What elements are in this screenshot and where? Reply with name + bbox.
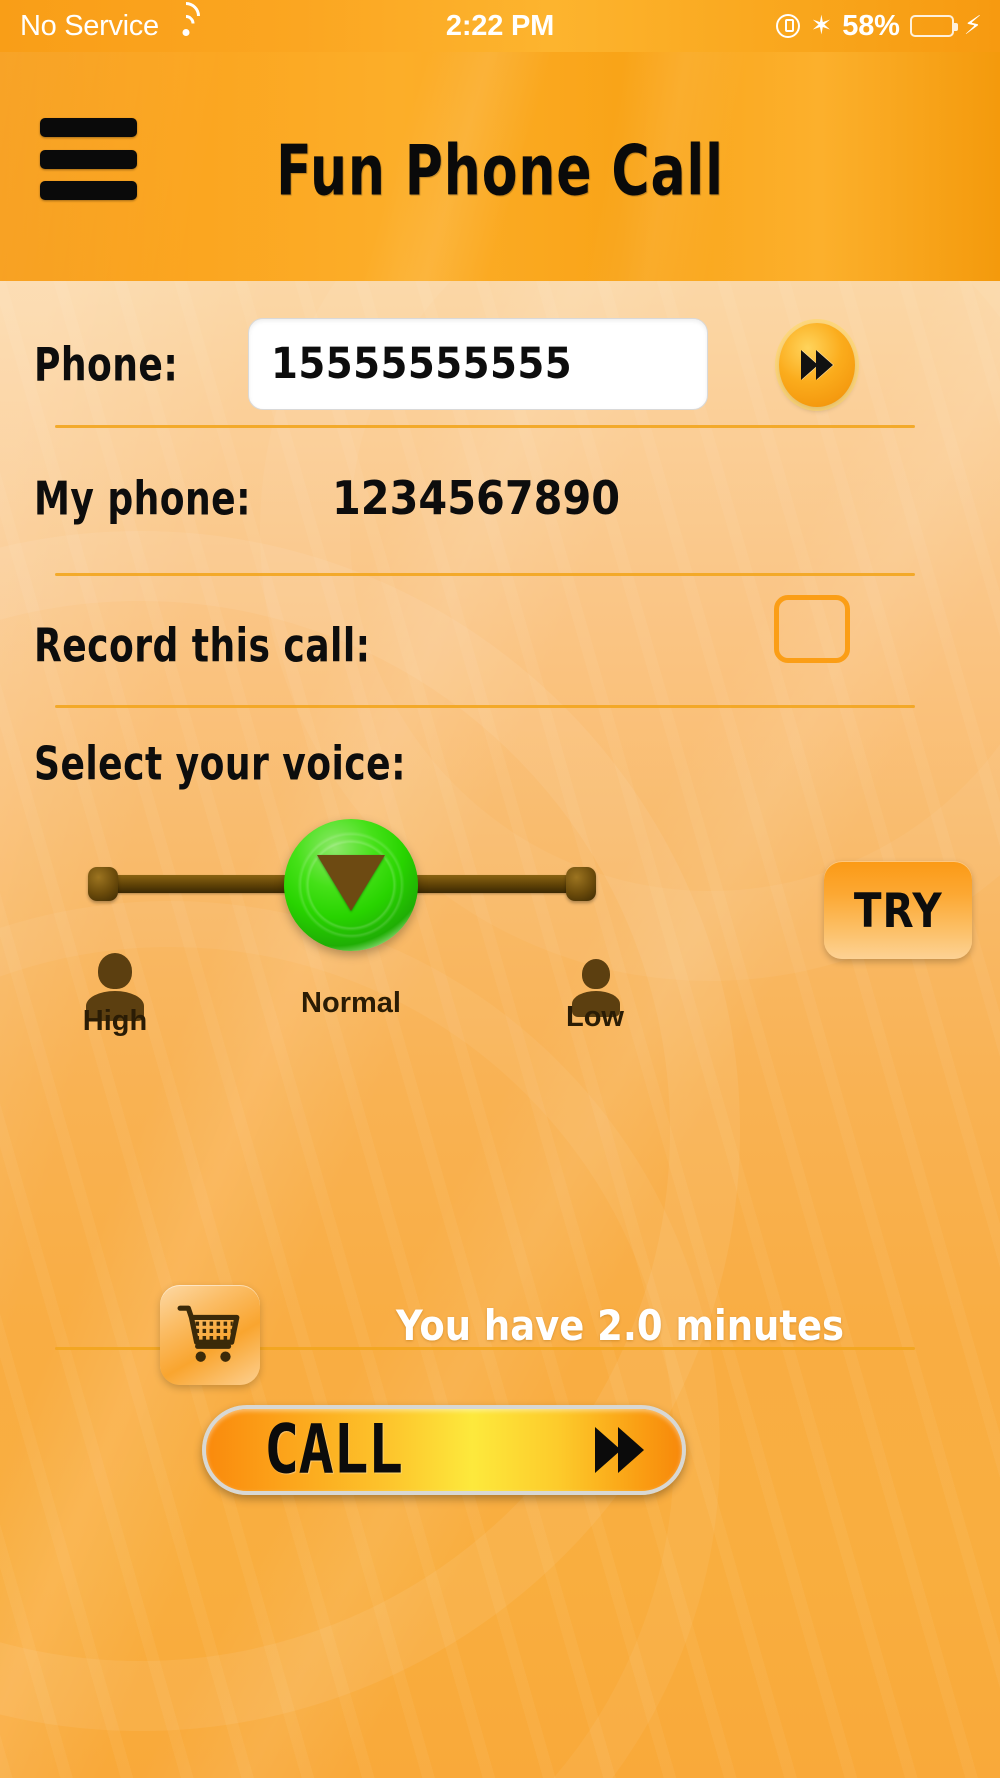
phone-row: Phone: 15555555555 <box>34 318 966 410</box>
my-phone-value: 1234567890 <box>332 471 621 525</box>
phone-input[interactable]: 15555555555 <box>248 318 708 410</box>
select-voice-label: Select your voice: <box>34 736 406 791</box>
divider <box>55 425 915 428</box>
record-call-checkbox[interactable] <box>774 595 850 663</box>
status-bar-left: No Service <box>0 0 776 43</box>
page-title: Fun Phone Call <box>276 129 724 212</box>
record-call-label: Record this call: <box>34 618 371 673</box>
slider-label-high: High <box>82 1005 148 1037</box>
background-swoosh <box>0 531 740 1731</box>
status-bar-right: ✶ 58% ⚡ <box>776 10 1000 43</box>
lightning-bolt-icon: ⚡ <box>963 11 982 41</box>
slider-label-normal: Normal <box>301 987 401 1019</box>
app-screen: No Service 2:22 PM ✶ 58% ⚡ Fun Phone Cal… <box>0 0 1000 1778</box>
divider <box>55 573 915 576</box>
slider-label-low: Low <box>566 1001 624 1033</box>
down-triangle-knob-icon <box>317 855 385 911</box>
slider-track-end-right <box>566 867 596 901</box>
minutes-balance-label: You have 2.0 minutes <box>395 1301 845 1350</box>
person-head <box>98 953 132 989</box>
divider <box>55 705 915 708</box>
cart-glyph <box>177 1305 240 1362</box>
wifi-icon <box>166 0 206 38</box>
slider-knob[interactable] <box>284 819 418 951</box>
rotation-lock-icon <box>776 14 801 38</box>
phone-input-value: 15555555555 <box>271 339 573 389</box>
status-bar: No Service 2:22 PM ✶ 58% ⚡ <box>0 0 1000 52</box>
my-phone-label: My phone: <box>34 471 251 525</box>
app-header: Fun Phone Call <box>0 52 1000 281</box>
try-button-label: TRY <box>853 882 943 938</box>
phone-label: Phone: <box>34 337 179 391</box>
double-triangle-play-icon <box>595 1427 644 1473</box>
main-content: Phone: 15555555555 My phone: 1234567890 … <box>0 281 1000 1778</box>
battery-icon <box>909 15 958 37</box>
person-head <box>582 959 610 989</box>
record-call-row: Record this call: <box>34 595 966 673</box>
select-voice-row: Select your voice: <box>34 736 467 791</box>
slider-track-end-left <box>88 867 118 901</box>
bluetooth-icon: ✶ <box>810 11 833 41</box>
my-phone-row: My phone: 1234567890 <box>34 471 652 525</box>
chevron-glyphs <box>801 350 833 380</box>
shopping-cart-icon[interactable] <box>160 1285 260 1385</box>
double-chevron-forward-icon[interactable] <box>779 323 855 407</box>
carrier-label: No Service <box>20 9 159 42</box>
try-button[interactable]: TRY <box>824 861 972 959</box>
call-button-label: CALL <box>264 1410 403 1490</box>
battery-percent-label: 58% <box>842 9 900 42</box>
call-button[interactable]: CALL <box>202 1405 686 1495</box>
